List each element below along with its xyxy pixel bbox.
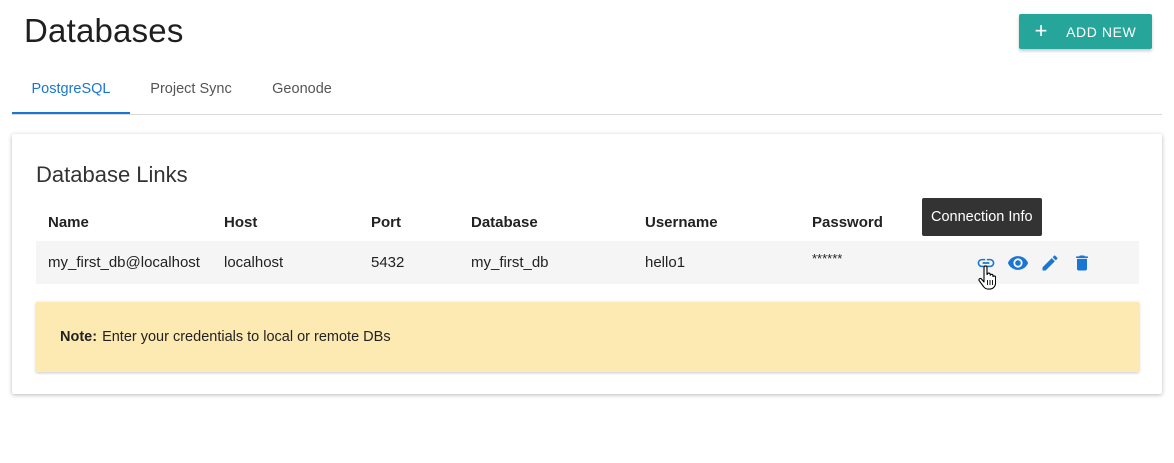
databases-page: Databases + ADD NEW PostgreSQL Project S… — [0, 0, 1174, 463]
cell-name: my_first_db@localhost — [48, 254, 200, 271]
column-header-port: Port — [371, 213, 401, 231]
connection-info-tooltip: Connection Info — [922, 198, 1042, 236]
table-row: my_first_db@localhost localhost 5432 my_… — [36, 241, 1139, 284]
pencil-icon — [1042, 254, 1058, 270]
add-new-button[interactable]: + ADD NEW — [1019, 14, 1152, 49]
cell-username: hello1 — [645, 254, 686, 271]
connection-info-button[interactable] — [970, 247, 1002, 279]
trash-icon — [1076, 255, 1088, 270]
database-links-card: Database Links Name Host Port Database U… — [12, 134, 1162, 394]
column-header-host: Host — [224, 213, 258, 231]
card-title: Database Links — [36, 162, 188, 187]
delete-button[interactable] — [1066, 247, 1098, 279]
column-header-username: Username — [645, 213, 718, 231]
row-actions — [970, 241, 1098, 284]
cell-host: localhost — [224, 254, 284, 271]
tab-postgresql[interactable]: PostgreSQL — [12, 66, 130, 114]
add-new-label: ADD NEW — [1066, 23, 1137, 40]
note-label: Note: — [60, 329, 98, 345]
tab-project-sync[interactable]: Project Sync — [130, 66, 252, 112]
view-button[interactable] — [1002, 247, 1034, 279]
cell-database: my_first_db — [471, 254, 549, 271]
cell-password: ****** — [812, 251, 843, 266]
note-text: Enter your credentials to local or remot… — [102, 329, 391, 345]
note-banner: Note: Enter your credentials to local or… — [36, 302, 1139, 372]
tab-bar: PostgreSQL Project Sync Geonode — [12, 66, 1162, 115]
column-header-database: Database — [471, 213, 538, 231]
column-header-password: Password — [812, 213, 883, 231]
plus-icon: + — [1034, 17, 1049, 43]
eye-icon — [1007, 255, 1029, 270]
link-icon — [977, 258, 995, 267]
column-header-name: Name — [48, 213, 89, 231]
tab-geonode[interactable]: Geonode — [252, 66, 352, 112]
page-title: Databases — [24, 12, 184, 49]
edit-button[interactable] — [1034, 247, 1066, 279]
cell-port: 5432 — [371, 254, 405, 271]
